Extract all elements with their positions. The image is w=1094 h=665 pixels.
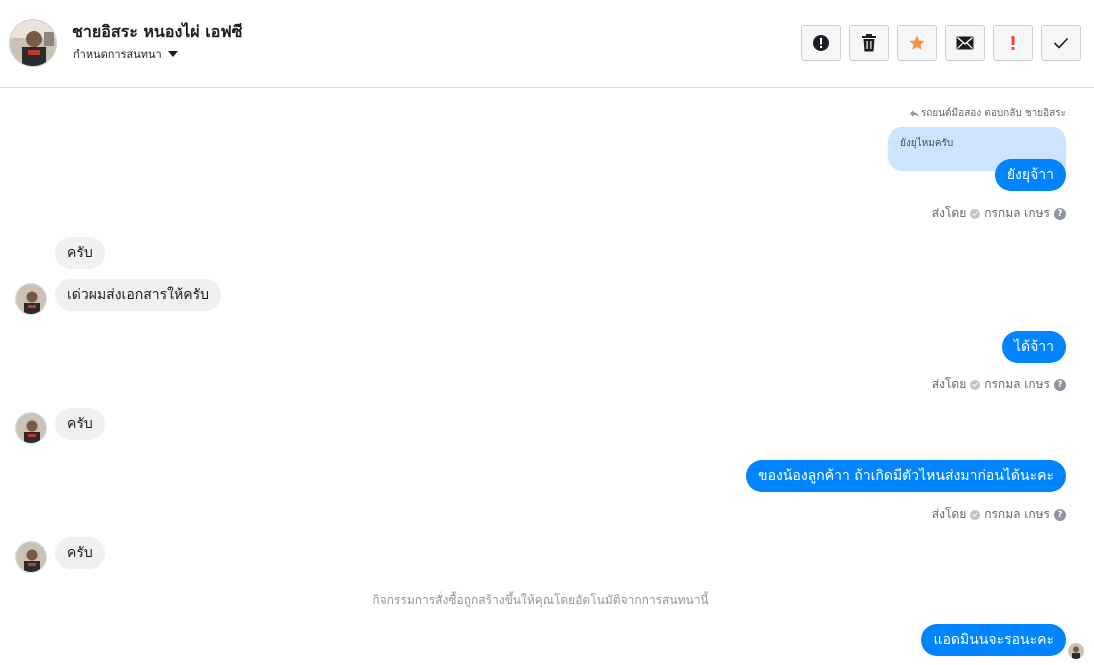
message-row: ยังยุจ้าา bbox=[994, 159, 1066, 191]
sent-by-prefix: ส่งโดย bbox=[931, 507, 967, 521]
message-row: แอดมินนจะรอนะคะ bbox=[921, 624, 1066, 656]
sent-by-prefix: ส่งโดย bbox=[931, 377, 967, 391]
caret-down-icon bbox=[167, 51, 178, 57]
reply-note: รถยนต์มือสอง ตอบกลับ ชายอิสระ bbox=[909, 106, 1066, 121]
exclamation-icon bbox=[1011, 36, 1015, 50]
alert-circle-icon bbox=[813, 35, 829, 51]
envelope-icon bbox=[956, 36, 974, 50]
seen-by-avatar bbox=[1068, 643, 1084, 659]
system-note: กิจกรรมการสั่งซื้อถูกสร้างขึ้นให้คุณโดยอ… bbox=[372, 593, 709, 607]
mark-done-button[interactable] bbox=[1041, 25, 1081, 61]
reply-note-text: รถยนต์มือสอง ตอบกลับ ชายอิสระ bbox=[920, 108, 1066, 119]
message-row: ครับ bbox=[55, 537, 105, 569]
help-icon[interactable]: ? bbox=[1054, 508, 1066, 521]
header-actions bbox=[801, 25, 1081, 61]
message-row: ครับ bbox=[55, 408, 105, 440]
conversation-options-label: กำหนดการสนทนา bbox=[73, 48, 162, 61]
checkmark-icon bbox=[1053, 37, 1069, 49]
sent-by-name: กรกมล เกษร bbox=[984, 206, 1050, 220]
contact-avatar-small[interactable] bbox=[15, 283, 47, 315]
spam-button[interactable] bbox=[993, 25, 1033, 61]
help-icon[interactable]: ? bbox=[1054, 207, 1066, 220]
incoming-message-bubble[interactable]: ครับ bbox=[55, 237, 105, 269]
contact-avatar[interactable] bbox=[9, 19, 57, 67]
sent-by-line: ส่งโดย กรกมล เกษร ? bbox=[932, 505, 1066, 524]
message-row: ได้จ้าา bbox=[1001, 331, 1066, 363]
incoming-message-bubble[interactable]: ครับ bbox=[55, 537, 105, 569]
verified-check-icon bbox=[970, 208, 981, 219]
contact-avatar-small[interactable] bbox=[15, 541, 47, 573]
sent-by-prefix: ส่งโดย bbox=[931, 206, 967, 220]
contact-name: ชายอิสระ หนองไผ่ เอฟซี bbox=[72, 22, 243, 41]
conversation-header: ชายอิสระ หนองไผ่ เอฟซี กำหนดการสนทนา bbox=[0, 0, 1094, 88]
outgoing-message-bubble[interactable]: ได้จ้าา bbox=[1001, 331, 1066, 363]
sent-by-line: ส่งโดย กรกมล เกษร ? bbox=[932, 204, 1066, 223]
trash-icon bbox=[862, 34, 876, 52]
conversation-options-dropdown[interactable]: กำหนดการสนทนา bbox=[73, 45, 178, 63]
outgoing-message-bubble[interactable]: แอดมินนจะรอนะคะ bbox=[921, 624, 1066, 656]
quoted-message-text: ยังยุไหมครับ bbox=[900, 138, 954, 149]
star-button[interactable] bbox=[897, 25, 937, 61]
sent-by-name: กรกมล เกษร bbox=[984, 377, 1050, 391]
message-row: เด่วผมส่งเอกสารให้ครับ bbox=[55, 279, 221, 311]
verified-check-icon bbox=[970, 379, 981, 390]
star-icon bbox=[909, 35, 925, 50]
incoming-message-bubble[interactable]: ครับ bbox=[55, 408, 105, 440]
message-row: ของน้องลูกค้าา ถ้าเกิดมีตัวไหนส่งมาก่อนไ… bbox=[746, 460, 1066, 492]
contact-avatar-small[interactable] bbox=[15, 412, 47, 444]
sent-by-name: กรกมล เกษร bbox=[984, 507, 1050, 521]
incoming-message-bubble[interactable]: เด่วผมส่งเอกสารให้ครับ bbox=[55, 279, 221, 311]
reply-arrow-icon bbox=[909, 109, 919, 117]
outgoing-message-bubble[interactable]: ยังยุจ้าา bbox=[994, 159, 1066, 191]
mark-unread-button[interactable] bbox=[945, 25, 985, 61]
outgoing-message-bubble[interactable]: ของน้องลูกค้าา ถ้าเกิดมีตัวไหนส่งมาก่อนไ… bbox=[746, 460, 1066, 492]
sent-by-line: ส่งโดย กรกมล เกษร ? bbox=[932, 375, 1066, 394]
alert-button[interactable] bbox=[801, 25, 841, 61]
delete-button[interactable] bbox=[849, 25, 889, 61]
message-row: ครับ bbox=[55, 237, 105, 269]
message-thread[interactable]: รถยนต์มือสอง ตอบกลับ ชายอิสระ ยังยุไหมคร… bbox=[0, 89, 1094, 665]
verified-check-icon bbox=[970, 509, 981, 520]
help-icon[interactable]: ? bbox=[1054, 378, 1066, 391]
